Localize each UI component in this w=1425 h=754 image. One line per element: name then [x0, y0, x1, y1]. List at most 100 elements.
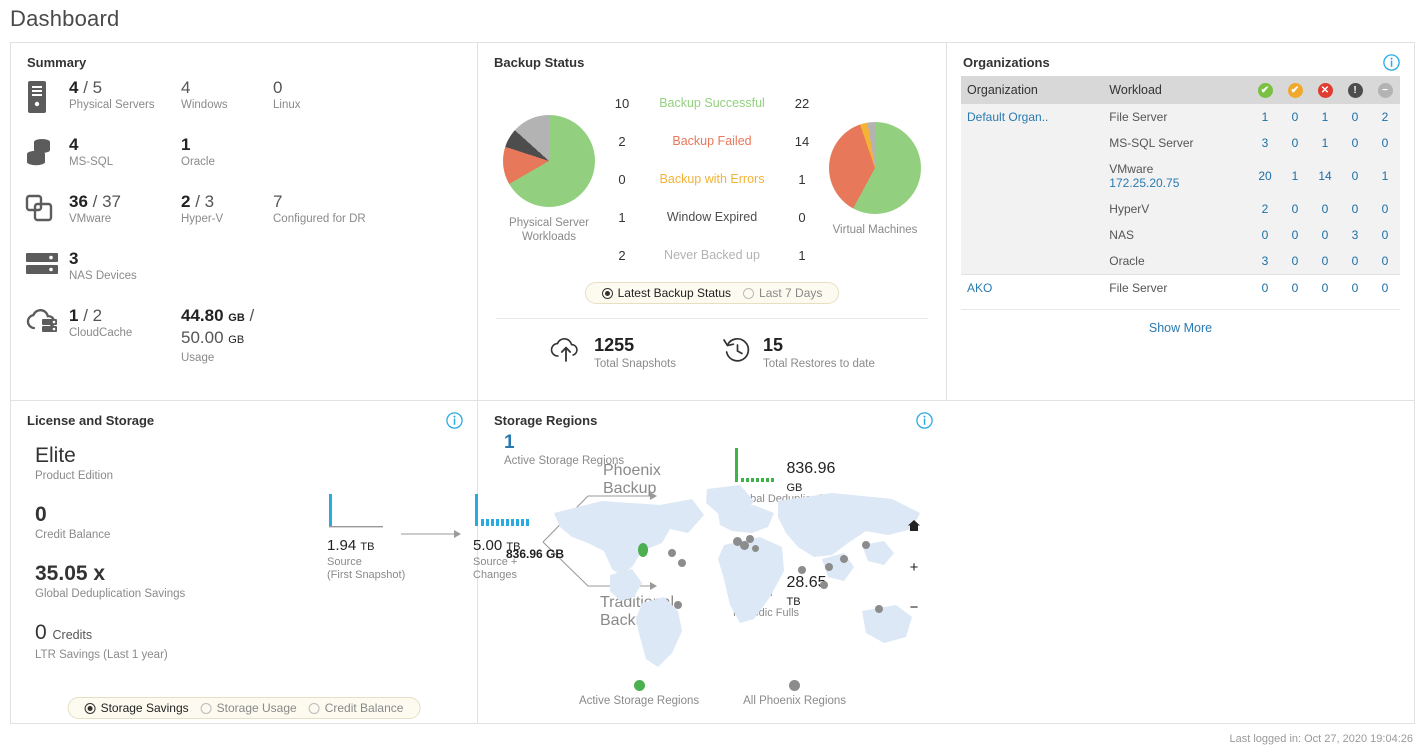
organization-cell — [961, 196, 1103, 222]
summary-metric-label: Hyper-V — [181, 213, 267, 225]
table-row[interactable]: AKOFile Server00000 — [961, 275, 1400, 302]
status-count-cell[interactable]: 14 — [1310, 156, 1340, 196]
organization-link[interactable]: Default Organ.. — [967, 110, 1048, 124]
status-count-cell[interactable]: 1 — [1280, 156, 1310, 196]
map-zoom-out-icon[interactable]: − — [907, 601, 921, 615]
map-marker-phoenix[interactable] — [668, 549, 676, 557]
backup-status-toggle-option[interactable]: Last 7 Days — [737, 286, 828, 300]
map-zoom-in-icon[interactable]: + — [907, 561, 921, 575]
status-count-cell[interactable]: 0 — [1370, 248, 1400, 275]
summary-row-cells: 1 / 2CloudCache44.80 GB / 50.00 GBUsage — [69, 306, 463, 364]
status-count-cell[interactable]: 1 — [1310, 104, 1340, 130]
status-count-cell[interactable]: 1 — [1370, 156, 1400, 196]
status-count-cell[interactable]: 0 — [1310, 222, 1340, 248]
map-marker-phoenix[interactable] — [825, 563, 833, 571]
summary-title: Summary — [27, 55, 463, 70]
table-row[interactable]: Oracle30000 — [961, 248, 1400, 275]
status-count-cell[interactable]: 0 — [1340, 275, 1370, 302]
backup-status-toggle-option[interactable]: Latest Backup Status — [596, 286, 737, 300]
license-metric: 0Credit Balance — [35, 503, 325, 541]
organization-cell — [961, 156, 1103, 196]
table-row[interactable]: MS-SQL Server30100 — [961, 130, 1400, 156]
status-count-cell[interactable]: 0 — [1280, 104, 1310, 130]
map-marker-phoenix[interactable] — [678, 559, 686, 567]
status-count-cell[interactable]: 0 — [1340, 130, 1370, 156]
status-count-cell[interactable]: 3 — [1250, 130, 1280, 156]
summary-metric-label: CloudCache — [69, 327, 175, 339]
workload-name: MS-SQL Server — [1109, 136, 1193, 150]
summary-row-cells: 4MS-SQL1Oracle — [69, 135, 463, 168]
status-count-cell[interactable]: 1 — [1250, 104, 1280, 130]
show-more-wrap: Show More — [961, 309, 1400, 337]
organizations-info-icon[interactable] — [1383, 54, 1400, 71]
map-marker-phoenix[interactable] — [752, 545, 759, 552]
license-metric-value: 35.05 x — [35, 562, 325, 586]
summary-metric: 44.80 GB / 50.00 GBUsage — [181, 306, 273, 364]
status-count-cell[interactable]: 0 — [1280, 222, 1310, 248]
physical-server-pie-wrap: Physical ServerWorkloads — [496, 115, 602, 244]
map-marker-phoenix[interactable] — [798, 566, 806, 574]
status-count-cell[interactable]: 0 — [1340, 104, 1370, 130]
status-count-cell[interactable]: 0 — [1370, 275, 1400, 302]
map-marker-phoenix[interactable] — [862, 541, 870, 549]
map-home-icon[interactable] — [907, 519, 921, 535]
summary-metric-label: Windows — [181, 99, 267, 111]
status-count-cell[interactable]: 0 — [1310, 275, 1340, 302]
status-count-cell[interactable]: 0 — [1310, 248, 1340, 275]
summary-metric-label: VMware — [69, 213, 175, 225]
status-count-cell[interactable]: 0 — [1280, 275, 1310, 302]
status-count-cell[interactable]: 0 — [1250, 275, 1280, 302]
organization-link[interactable]: AKO — [967, 281, 992, 295]
status-count-cell[interactable]: 0 — [1280, 248, 1310, 275]
table-row[interactable]: HyperV20000 — [961, 196, 1400, 222]
summary-metric-label: Linux — [273, 99, 387, 111]
storage-toggle[interactable]: Storage SavingsStorage UsageCredit Balan… — [68, 697, 421, 719]
status-count-cell[interactable]: 20 — [1250, 156, 1280, 196]
table-row[interactable]: NAS00030 — [961, 222, 1400, 248]
organizations-table-head: OrganizationWorkload✔✔✕!− — [961, 76, 1400, 104]
show-more-link[interactable]: Show More — [1149, 321, 1212, 335]
status-count-cell[interactable]: 2 — [1370, 104, 1400, 130]
status-count-cell[interactable]: 0 — [1340, 156, 1370, 196]
table-row[interactable]: VMware172.25.20.752011401 — [961, 156, 1400, 196]
map-marker-active[interactable] — [638, 543, 648, 557]
backup-legend-label: Backup Failed — [642, 134, 782, 148]
storage-toggle-option[interactable]: Storage Savings — [79, 701, 195, 715]
map-controls[interactable]: + − — [907, 519, 921, 641]
virtual-machines-pie-caption: Virtual Machines — [822, 223, 928, 237]
status-count-cell[interactable]: 2 — [1250, 196, 1280, 222]
storage-toggle-option[interactable]: Storage Usage — [195, 701, 303, 715]
storage-regions-info-icon[interactable] — [916, 412, 933, 429]
map-marker-phoenix[interactable] — [840, 555, 848, 563]
storage-toggle-option[interactable]: Credit Balance — [303, 701, 410, 715]
status-count-cell[interactable]: 3 — [1340, 222, 1370, 248]
license-storage-title: License and Storage — [27, 413, 463, 428]
status-count-cell[interactable]: 1 — [1310, 130, 1340, 156]
map-marker-phoenix[interactable] — [875, 605, 883, 613]
status-count-cell[interactable]: 0 — [1280, 130, 1310, 156]
status-count-cell[interactable]: 0 — [1250, 222, 1280, 248]
organization-cell — [961, 222, 1103, 248]
backup-status-toggle[interactable]: Latest Backup StatusLast 7 Days — [585, 282, 840, 304]
license-storage-info-icon[interactable] — [446, 412, 463, 429]
table-row[interactable]: Default Organ..File Server10102 — [961, 104, 1400, 130]
map-marker-phoenix[interactable] — [674, 601, 682, 609]
workload-host-link[interactable]: 172.25.20.75 — [1109, 176, 1244, 190]
status-count-cell[interactable]: 0 — [1280, 196, 1310, 222]
status-count-cell[interactable]: 0 — [1370, 130, 1400, 156]
status-count-cell[interactable]: 0 — [1370, 196, 1400, 222]
backup-total-value: 1255 — [594, 335, 634, 355]
status-count-cell[interactable]: 0 — [1340, 196, 1370, 222]
backup-status-panel: Backup Status Physical ServerWorkloads 1… — [478, 43, 947, 401]
status-count-cell[interactable]: 0 — [1370, 222, 1400, 248]
radio-icon — [309, 703, 320, 714]
status-count-cell[interactable]: 0 — [1310, 196, 1340, 222]
summary-metric: 36 / 37VMware — [69, 192, 181, 225]
status-count-cell[interactable]: 3 — [1250, 248, 1280, 275]
status-count-cell[interactable]: 0 — [1340, 248, 1370, 275]
map-marker-phoenix[interactable] — [746, 535, 754, 543]
map-marker-phoenix[interactable] — [820, 581, 828, 589]
summary-metric-label: MS-SQL — [69, 156, 175, 168]
world-map[interactable]: 836.96 GB + − — [492, 471, 933, 686]
backup-legend-row: 1Window Expired0 — [602, 198, 822, 236]
